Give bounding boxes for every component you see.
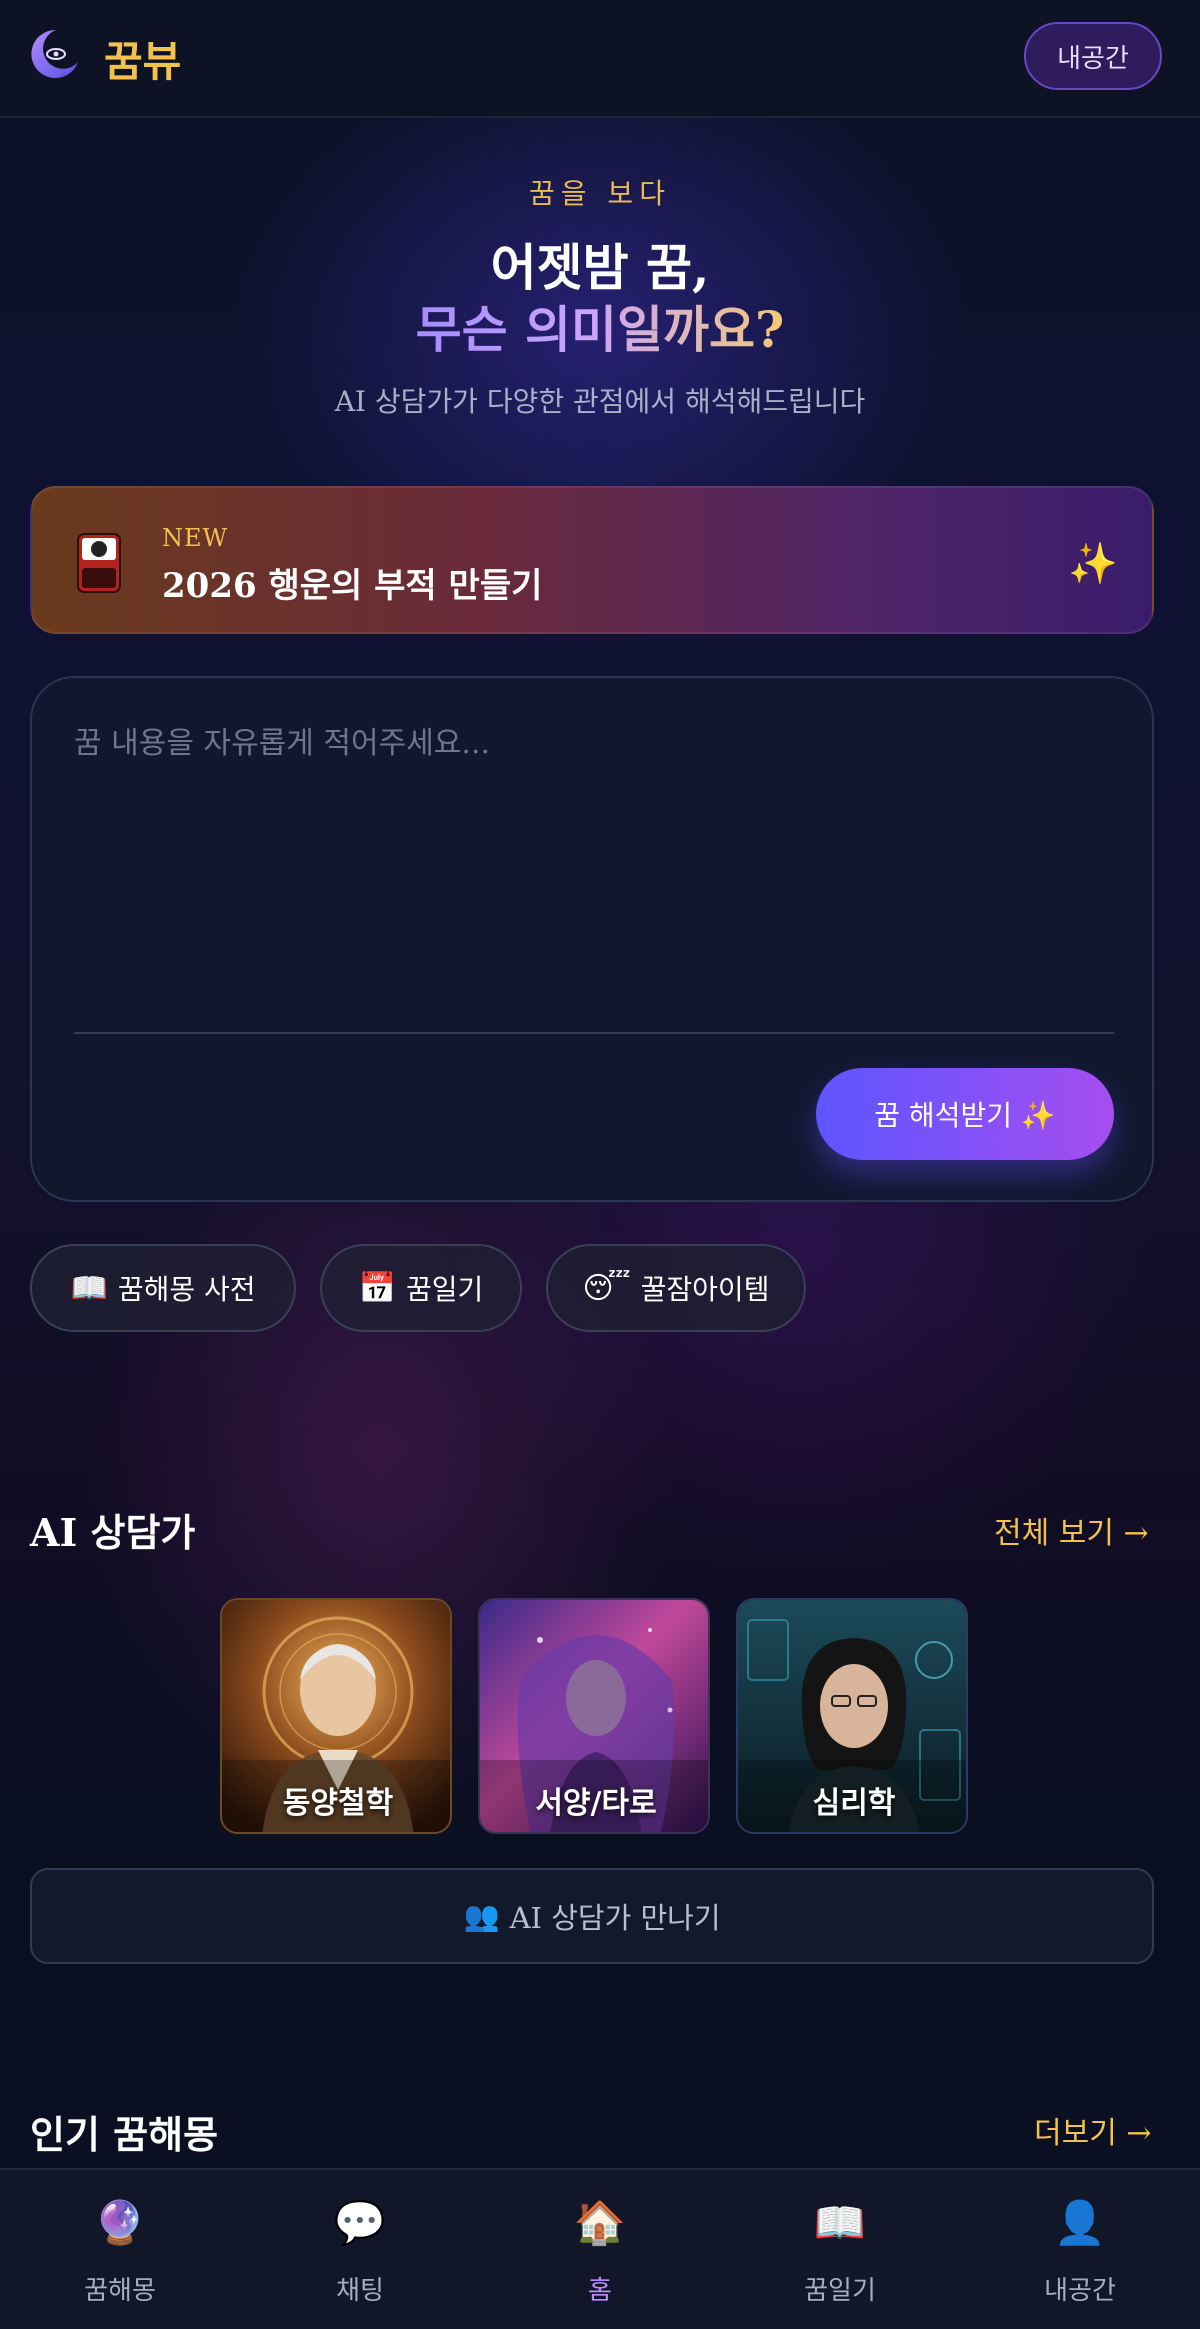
counselor-card-eastern[interactable]: 동양철학 xyxy=(220,1598,452,1834)
meet-ai-counselor-button[interactable]: 👥 AI 상담가 만나기 xyxy=(30,1868,1154,1964)
app-header: 꿈뷰 내공간 xyxy=(0,0,1200,118)
user-icon: 👤 xyxy=(1053,2198,1107,2247)
meet-button-label: AI 상담가 만나기 xyxy=(509,1901,721,1935)
nav-item-home[interactable]: 🏠 홈 xyxy=(480,2170,720,2329)
hero-title-line2: 무슨 의미일까요? xyxy=(0,290,1200,362)
amulet-banner[interactable]: NEW 2026 행운의 부적 만들기 ✨ xyxy=(30,486,1154,634)
book-icon: 📖 xyxy=(70,1270,108,1306)
bottom-navigation: 🔮 꿈해몽 💬 채팅 🏠 홈 📖 꿈일기 👤 내공간 xyxy=(0,2168,1200,2329)
card-divider xyxy=(74,1032,1114,1034)
nav-item-dream-diary[interactable]: 📖 꿈일기 xyxy=(720,2170,960,2329)
counselor-label: 서양/타로 xyxy=(535,1786,657,1821)
nav-item-my-space[interactable]: 👤 내공간 xyxy=(960,2170,1200,2329)
chip-label: 꿈해몽 사전 xyxy=(117,1273,256,1306)
nav-item-dream-interpretation[interactable]: 🔮 꿈해몽 xyxy=(0,2170,240,2329)
dream-diary-chip[interactable]: 📅 꿈일기 xyxy=(320,1244,522,1332)
dream-input-card: 꿈 해석받기 ✨ xyxy=(30,676,1154,1202)
sleeping-face-icon: 😴 xyxy=(582,1270,631,1306)
chip-label: 꿈일기 xyxy=(406,1273,484,1306)
counselor-card-western-tarot[interactable]: 서양/타로 xyxy=(478,1598,710,1834)
speech-bubble-icon: 💬 xyxy=(333,2198,387,2247)
moon-logo-icon xyxy=(31,29,79,78)
view-all-counselors-link[interactable]: 전체 보기 → xyxy=(994,1508,1149,1552)
interpret-dream-button[interactable]: 꿈 해석받기 ✨ xyxy=(816,1068,1114,1160)
crystal-ball-icon: 🔮 xyxy=(93,2198,147,2247)
sparkle-icon: ✨ xyxy=(1068,541,1118,587)
dream-dictionary-chip[interactable]: 📖 꿈해몽 사전 xyxy=(30,1244,296,1332)
nav-label: 꿈해몽 xyxy=(84,2276,156,2306)
dream-textarea[interactable] xyxy=(74,718,1114,988)
sleep-items-chip[interactable]: 😴 꿀잠아이템 xyxy=(546,1244,806,1332)
my-space-button[interactable]: 내공간 xyxy=(1024,22,1162,90)
hero-subtitle: AI 상담가가 다양한 관점에서 해석해드립니다 xyxy=(334,385,866,418)
nav-label: 채팅 xyxy=(336,2276,384,2306)
people-icon: 👥 xyxy=(463,1898,500,1933)
chip-label: 꿀잠아이템 xyxy=(640,1273,770,1306)
counselor-label: 동양철학 xyxy=(282,1786,394,1821)
hero-title-gradient-text: 무슨 의미일까요? xyxy=(415,300,785,359)
popular-more-link[interactable]: 더보기 → xyxy=(1034,2108,1151,2152)
home-icon: 🏠 xyxy=(573,2198,627,2247)
nav-item-chat[interactable]: 💬 채팅 xyxy=(240,2170,480,2329)
hero-kicker: 꿈을 보다 xyxy=(529,177,671,210)
popular-section-title: 인기 꿈해몽 xyxy=(30,2112,219,2157)
calendar-icon: 📅 xyxy=(358,1270,397,1306)
nav-label: 홈 xyxy=(588,2276,612,2306)
counselor-card-psychology[interactable]: 심리학 xyxy=(736,1598,968,1834)
counselors-section-title: AI 상담가 xyxy=(30,1510,196,1555)
counselor-label: 심리학 xyxy=(812,1786,896,1821)
book-icon: 📖 xyxy=(813,2198,867,2247)
nav-label: 내공간 xyxy=(1044,2276,1116,2306)
banner-title: 2026 행운의 부적 만들기 xyxy=(162,566,543,606)
app-logo-text[interactable]: 꿈뷰 xyxy=(104,28,181,89)
nav-label: 꿈일기 xyxy=(804,2276,876,2306)
amulet-card-icon xyxy=(77,533,121,593)
new-badge: NEW xyxy=(162,524,229,552)
